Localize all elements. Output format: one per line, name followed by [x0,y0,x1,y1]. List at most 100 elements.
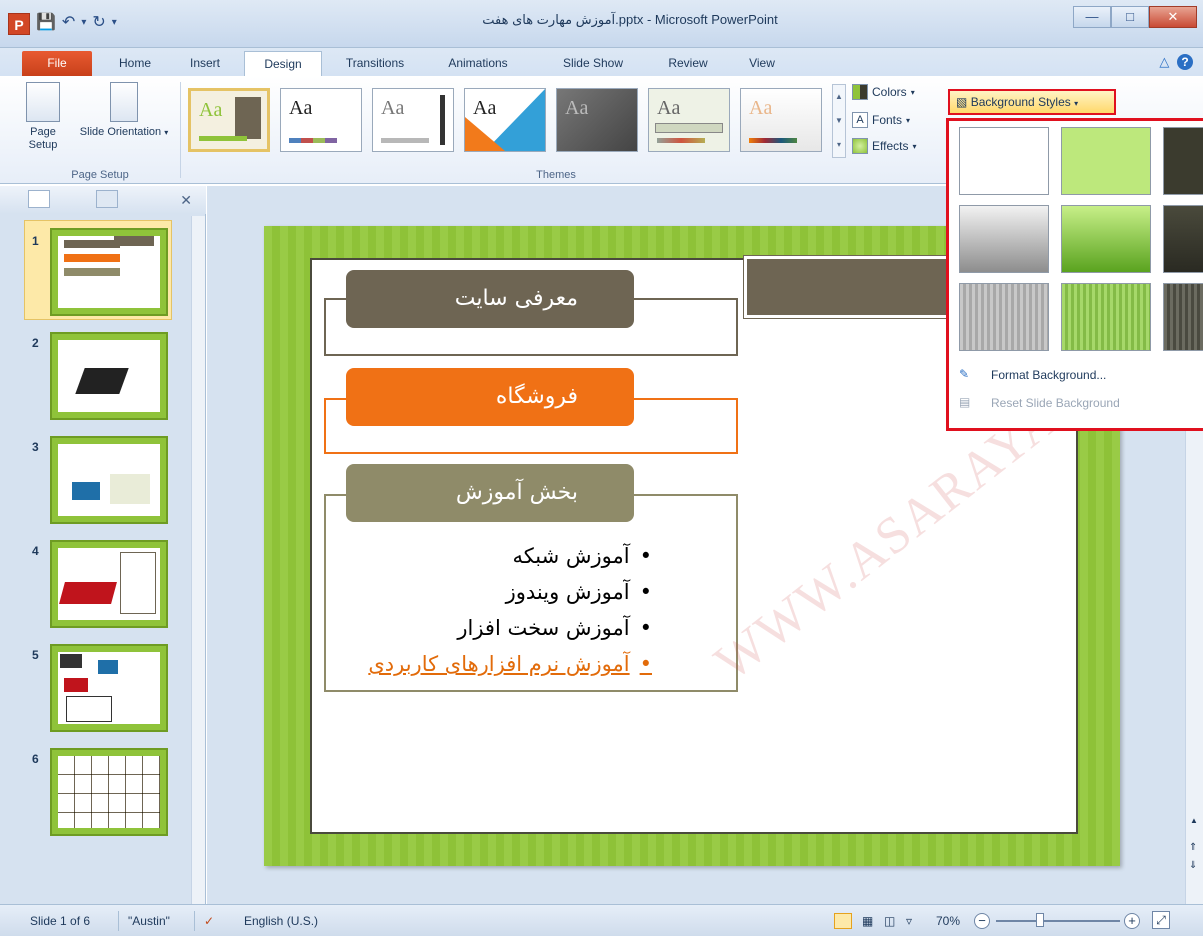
background-swatch-2[interactable] [1061,127,1151,195]
theme-aspect[interactable]: Aa [740,88,822,152]
background-swatch-7[interactable] [959,283,1049,351]
thumb-block [64,254,120,262]
scroll-up-arrow-icon[interactable]: ▲ [1190,816,1198,825]
theme-accent-shape [465,117,505,151]
tab-home[interactable]: Home [104,51,166,76]
page-setup-button[interactable]: Page Setup [18,82,68,152]
minimize-button[interactable]: — [1073,6,1111,28]
background-styles-button[interactable]: ▧ Background Styles ▾ [948,89,1116,115]
page-setup-label: Page Setup [28,126,58,151]
zoom-level[interactable]: 70% [936,914,960,928]
section-label-education[interactable]: بخش آموزش [346,464,634,522]
laptop-image [75,368,129,394]
outline-tab[interactable] [96,190,118,208]
background-swatch-6[interactable] [1163,205,1203,273]
theme-name[interactable]: "Austin" [128,914,170,928]
section-label-about[interactable]: معرفی سایت [346,270,634,328]
next-slide-icon[interactable]: ⇓ [1189,860,1197,871]
reading-view-icon[interactable]: ◫ [884,914,895,928]
tab-slide-show[interactable]: Slide Show [540,51,646,76]
theme-apex[interactable]: Aa [556,88,638,152]
slide-thumbnail-3[interactable] [50,436,168,524]
tab-view[interactable]: View [732,51,792,76]
slides-tab[interactable] [28,190,50,208]
themes-gallery-scroll[interactable]: ▲ ▼ ▾ [832,84,846,158]
zoom-in-icon[interactable]: + [1124,913,1140,929]
theme-thumb-label: Aa [657,97,681,119]
zoom-slider[interactable] [996,920,1120,922]
reset-background-item[interactable]: ▤ Reset Slide Background [959,395,1120,411]
slide-thumbnail-2[interactable] [50,332,168,420]
tab-file[interactable]: File [22,51,92,76]
slide-thumbnail-content [58,548,160,620]
slide-thumbnail-1[interactable] [50,228,168,316]
tab-review[interactable]: Review [656,51,720,76]
slide-thumbnail-content [58,340,160,412]
slide-number: 6 [32,752,39,766]
slide-thumbnail-5[interactable] [50,644,168,732]
background-swatch-8[interactable] [1061,283,1151,351]
zoom-slider-thumb[interactable] [1036,913,1044,927]
dropdown-arrow-icon[interactable]: ▾ [81,17,86,28]
powerpoint-app-icon[interactable]: P [8,13,30,35]
tab-animations[interactable]: Animations [432,51,524,76]
format-background-item[interactable]: ✎ Format Background... [959,367,1106,383]
theme-color-bar [381,138,429,143]
slide-count: Slide 1 of 6 [30,914,91,928]
theme-accent-block [440,95,445,145]
close-button[interactable]: ✕ [1149,6,1197,28]
fonts-icon: A [852,112,868,128]
theme-color-bar [289,138,337,143]
theme-adjacency[interactable]: Aa [372,88,454,152]
theme-austin[interactable]: Aa [188,88,270,152]
thumb-block [64,268,120,276]
theme-office[interactable]: Aa [280,88,362,152]
slide-sorter-icon[interactable]: ▦ [862,914,873,928]
background-swatch-4[interactable] [959,205,1049,273]
normal-view-icon[interactable] [834,913,852,929]
language[interactable]: English (U.S.) [244,914,318,928]
slide-thumbnail-4[interactable] [50,540,168,628]
slides-panel-scrollbar[interactable] [191,216,205,904]
laptop-image [72,482,100,500]
customize-qat-icon[interactable]: ▾ [112,17,117,28]
theme-apothecary[interactable]: Aa [648,88,730,152]
tab-transitions[interactable]: Transitions [330,51,420,76]
help-icon[interactable]: ? [1177,54,1193,70]
colors-button[interactable]: Colors ▾ [852,84,915,100]
background-swatch-1[interactable] [959,127,1049,195]
slide-show-icon[interactable]: ▿ [906,914,912,928]
tab-design[interactable]: Design [244,51,322,76]
list-item-link[interactable]: آموزش نرم افزارهای کاربردی [352,646,652,682]
format-background-label: Format Background... [991,368,1107,382]
laptop-image [98,660,118,674]
page-setup-icon [26,82,60,122]
slide-thumbnail-content [58,444,160,516]
effects-button[interactable]: Effects ▾ [852,138,916,154]
background-swatch-9[interactable] [1163,283,1203,351]
minimize-ribbon-icon[interactable]: △ [1159,54,1169,69]
section-label-store[interactable]: فروشگاه [346,368,634,426]
spell-check-icon[interactable]: ✓ [204,914,214,928]
background-swatch-5[interactable] [1061,205,1151,273]
slide-thumbnail-6[interactable] [50,748,168,836]
previous-slide-icon[interactable]: ⇑ [1189,842,1197,853]
fonts-label: Fonts [872,113,903,127]
undo-icon[interactable]: ↶ [62,12,75,32]
theme-angles[interactable]: Aa [464,88,546,152]
redo-icon[interactable]: ↻ [92,12,105,32]
close-panel-icon[interactable]: ✕ [180,192,192,209]
fonts-button[interactable]: A Fonts ▾ [852,112,910,128]
save-icon[interactable]: 💾 [36,12,56,32]
dropdown-arrow-icon: ▾ [906,115,911,125]
slide-orientation-button[interactable]: Slide Orientation ▾ [74,82,174,139]
bullet-list[interactable]: آموزش شبکه آموزش ویندوز آموزش سخت افزار … [352,538,652,682]
background-swatch-3[interactable] [1163,127,1203,195]
maximize-button[interactable]: □ [1111,6,1149,28]
slide-number: 1 [32,234,39,248]
zoom-out-icon[interactable]: − [974,913,990,929]
fit-to-window-icon[interactable]: ⤢ [1152,911,1170,929]
tab-insert[interactable]: Insert [176,51,234,76]
thumb-block [64,240,120,248]
slide-orientation-icon [110,82,138,122]
